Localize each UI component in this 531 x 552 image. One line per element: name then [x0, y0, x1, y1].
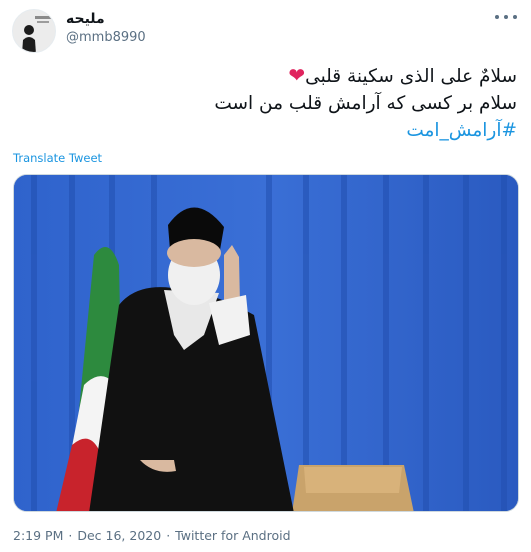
tweet-metadata: 2:19 PM · Dec 16, 2020 · Twitter for And…	[13, 528, 291, 543]
photo-attachment-icon	[14, 175, 518, 511]
avatar[interactable]	[12, 9, 56, 53]
heart-emoji-icon: ❤	[288, 63, 306, 87]
more-dot	[504, 15, 508, 19]
more-options-button[interactable]	[495, 10, 517, 24]
more-dot	[513, 15, 517, 19]
separator-dot: ·	[166, 528, 171, 543]
tweet-photo[interactable]	[13, 174, 519, 512]
tweet-line-1: سلامٌ علی الذی سکینة قلبی❤	[12, 62, 517, 90]
tweet-text: سلامٌ علی الذی سکینة قلبی❤ سلام بر کسی ک…	[12, 62, 517, 144]
tweet-time[interactable]: 2:19 PM	[13, 528, 63, 543]
more-horizontal-icon	[495, 15, 499, 19]
profile-photo-icon	[13, 10, 55, 52]
translate-tweet-link[interactable]: Translate Tweet	[13, 151, 102, 165]
hashtag-link[interactable]: #آرامش_امت	[12, 117, 517, 144]
tweet-line-1-text: سلامٌ علی الذی سکینة قلبی	[305, 66, 517, 87]
author-display-name[interactable]: ملیحه	[66, 11, 105, 27]
separator-dot: ·	[68, 528, 73, 543]
tweet-source[interactable]: Twitter for Android	[175, 528, 290, 543]
tweet-line-2: سلام بر کسی که آرامش قلب من است	[214, 93, 517, 114]
author-handle[interactable]: @mmb8990	[66, 30, 146, 45]
tweet-date[interactable]: Dec 16, 2020	[77, 528, 161, 543]
